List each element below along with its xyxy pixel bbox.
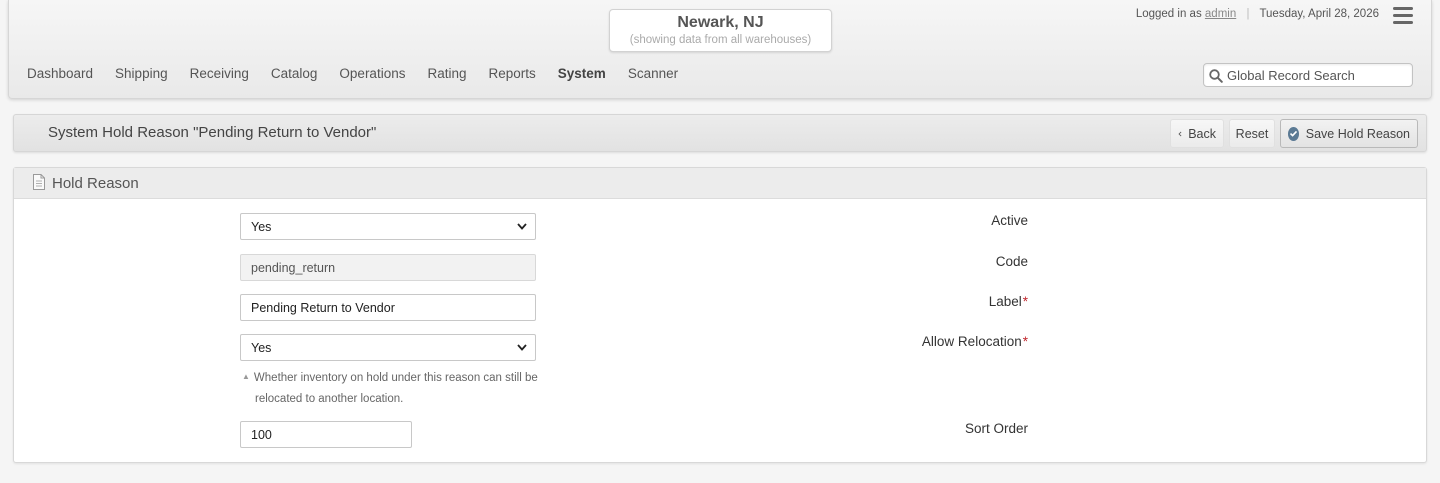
panel-title: Hold Reason <box>52 175 139 192</box>
login-status: Logged in as admin | Tuesday, April 28, … <box>1136 8 1379 20</box>
sort-order-value: 100 <box>251 427 272 442</box>
reset-button[interactable]: Reset <box>1229 119 1275 148</box>
hamburger-icon[interactable] <box>1393 7 1413 25</box>
triangle-up-icon: ▲ <box>242 372 250 381</box>
hold-reason-panel: Hold Reason Active Yes Code pending_retu… <box>13 167 1427 463</box>
warehouse-name: Newark, NJ <box>677 14 764 31</box>
code-field: pending_return <box>240 254 536 281</box>
required-marker: * <box>1022 334 1028 349</box>
nav-system[interactable]: System <box>558 66 606 81</box>
global-search[interactable] <box>1203 63 1413 87</box>
username-link[interactable]: admin <box>1205 8 1236 20</box>
back-label: Back <box>1188 126 1216 141</box>
warehouse-subtitle: (showing data from all warehouses) <box>629 34 812 46</box>
chevron-left-icon <box>1178 131 1182 136</box>
back-button[interactable]: Back <box>1170 119 1224 148</box>
page-title: System Hold Reason "Pending Return to Ve… <box>48 124 377 141</box>
page-toolbar: System Hold Reason "Pending Return to Ve… <box>13 114 1427 152</box>
current-date: Tuesday, April 28, 2026 <box>1259 8 1379 20</box>
nav-operations[interactable]: Operations <box>339 66 405 81</box>
sort-order-input[interactable]: 100 <box>240 421 412 448</box>
check-circle-icon <box>1288 126 1299 141</box>
nav-scanner[interactable]: Scanner <box>628 66 678 81</box>
save-label: Save Hold Reason <box>1305 126 1410 141</box>
nav-reports[interactable]: Reports <box>489 66 536 81</box>
sort-order-label: Sort Order <box>964 421 1028 436</box>
chevron-down-icon <box>517 344 527 351</box>
active-select[interactable]: Yes <box>240 213 536 240</box>
chevron-down-icon <box>517 223 527 230</box>
active-value: Yes <box>251 219 272 234</box>
nav-dashboard[interactable]: Dashboard <box>27 66 93 81</box>
code-value: pending_return <box>251 260 336 275</box>
required-marker: * <box>1022 294 1028 309</box>
logged-in-prefix: Logged in as <box>1135 8 1202 20</box>
label-value: Pending Return to Vendor <box>251 300 395 315</box>
nav-shipping[interactable]: Shipping <box>115 66 168 81</box>
code-label: Code <box>995 254 1028 269</box>
document-icon <box>33 174 45 190</box>
save-hold-reason-button[interactable]: Save Hold Reason <box>1280 119 1418 148</box>
allow-relocation-label: Allow Relocation* <box>921 334 1028 349</box>
separator: | <box>1246 8 1250 20</box>
nav-rating[interactable]: Rating <box>427 66 466 81</box>
warehouse-selector[interactable]: Newark, NJ (showing data from all wareho… <box>609 9 832 52</box>
reset-label: Reset <box>1235 126 1269 141</box>
allow-relocation-select[interactable]: Yes <box>240 334 536 361</box>
panel-header: Hold Reason <box>14 168 1426 199</box>
label-input[interactable]: Pending Return to Vendor <box>240 294 536 321</box>
active-label: Active <box>991 213 1028 228</box>
nav-catalog[interactable]: Catalog <box>271 66 318 81</box>
app-header: Newark, NJ (showing data from all wareho… <box>8 0 1432 99</box>
allow-relocation-value: Yes <box>251 340 272 355</box>
nav-receiving[interactable]: Receiving <box>190 66 249 81</box>
allow-relocation-hint: ▲ Whether inventory on hold under this re… <box>242 372 538 405</box>
search-icon <box>1209 69 1223 83</box>
search-input[interactable] <box>1227 66 1407 84</box>
main-nav: Dashboard Shipping Receiving Catalog Ope… <box>27 66 700 81</box>
label-label: Label* <box>988 294 1028 309</box>
